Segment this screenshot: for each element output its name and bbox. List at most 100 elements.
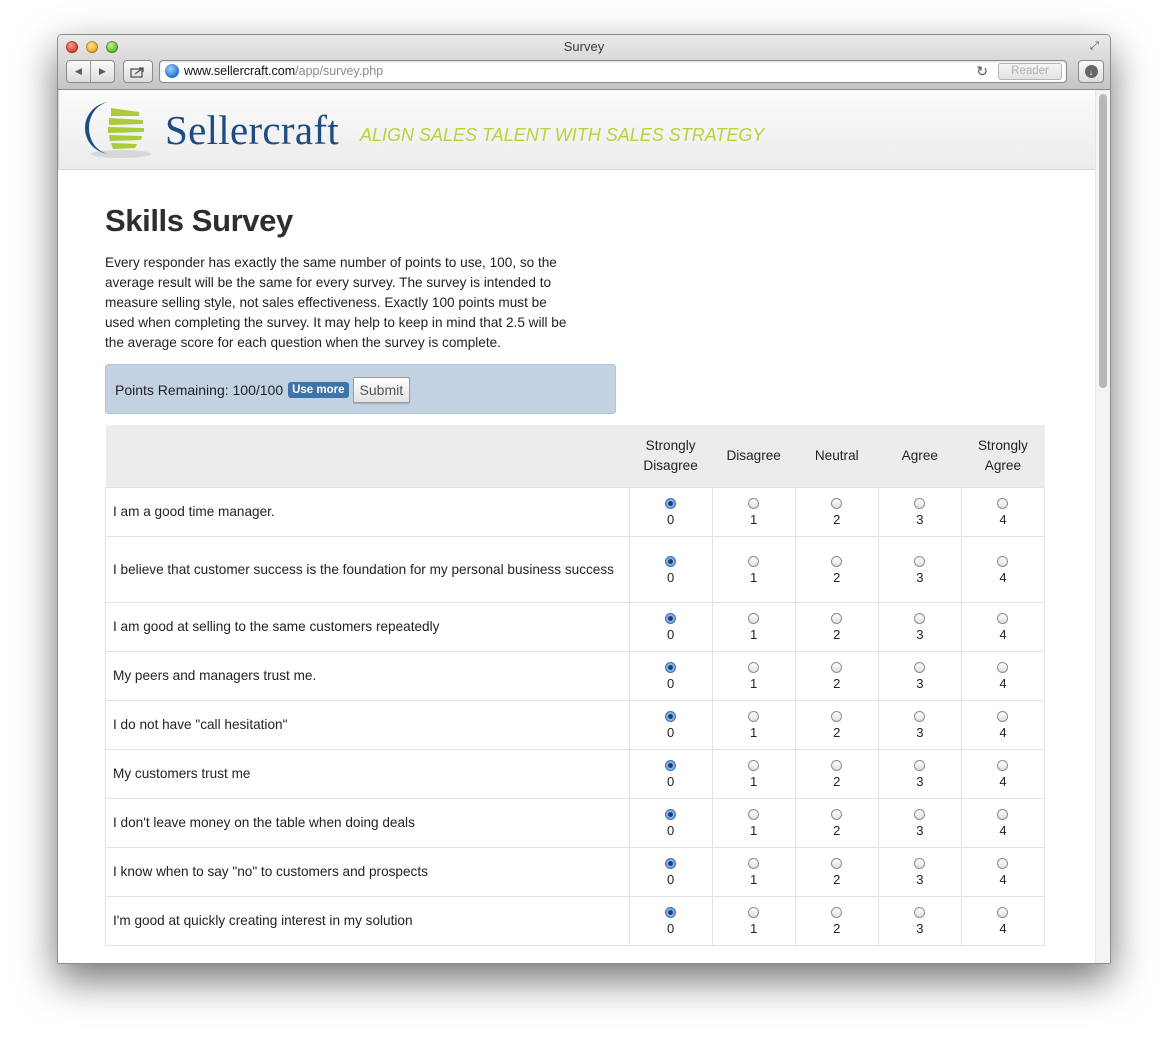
- fullscreen-icon[interactable]: ⤢: [1090, 40, 1102, 52]
- radio-neutral[interactable]: [831, 809, 843, 820]
- radio-strongly-disagree[interactable]: [665, 907, 677, 918]
- scroll-thumb[interactable]: [1099, 94, 1107, 388]
- radio-strongly-disagree[interactable]: [665, 555, 677, 567]
- option-value: 0: [666, 725, 675, 740]
- column-header-agree: Agree: [878, 425, 962, 488]
- option-value: 1: [750, 676, 758, 691]
- address-bar[interactable]: www.sellercraft.com/app/survey.php ↻ Rea…: [159, 60, 1067, 83]
- option-cell-strongly-disagree: 0: [628, 749, 713, 799]
- option-cell-strongly-disagree: 0: [628, 536, 713, 603]
- radio-strongly-disagree[interactable]: [665, 711, 677, 722]
- globe-icon: [165, 64, 179, 78]
- radio-strongly-agree[interactable]: [997, 858, 1009, 869]
- url-text[interactable]: www.sellercraft.com/app/survey.php: [184, 64, 383, 78]
- radio-strongly-disagree[interactable]: [665, 809, 677, 820]
- downloads-button[interactable]: ↓: [1078, 60, 1104, 83]
- option-value: 2: [833, 627, 841, 642]
- question-text: I believe that customer success is the f…: [105, 536, 630, 603]
- option-value: 3: [916, 676, 924, 691]
- option-cell-neutral: 2: [794, 847, 879, 897]
- table-row: My customers trust me 0 1 2 3 4: [105, 749, 1046, 799]
- option-cell-strongly-disagree: 0: [628, 700, 713, 750]
- forward-icon[interactable]: ▶: [90, 61, 114, 82]
- radio-neutral[interactable]: [831, 907, 843, 918]
- option-value: 3: [916, 569, 924, 585]
- vertical-scrollbar[interactable]: [1095, 90, 1110, 963]
- question-text: I'm good at quickly creating interest in…: [105, 896, 630, 946]
- option-cell-neutral: 2: [794, 749, 879, 799]
- radio-neutral[interactable]: [831, 613, 843, 624]
- option-value: 2: [833, 823, 841, 838]
- radio-disagree[interactable]: [748, 555, 760, 567]
- option-value: 1: [750, 512, 758, 527]
- option-value: 1: [750, 774, 758, 789]
- option-cell-neutral: 2: [794, 602, 879, 652]
- radio-agree[interactable]: [914, 760, 926, 771]
- reader-button[interactable]: Reader: [998, 63, 1062, 80]
- radio-neutral[interactable]: [831, 711, 843, 722]
- option-cell-strongly-disagree: 0: [628, 896, 713, 946]
- submit-button[interactable]: Submit: [352, 377, 411, 403]
- brand-name[interactable]: Sellercraft: [165, 106, 339, 154]
- option-value: 3: [916, 774, 924, 789]
- option-value: 4: [999, 627, 1007, 642]
- reload-icon[interactable]: ↻: [976, 63, 988, 80]
- option-cell-disagree: 1: [711, 651, 796, 701]
- option-cell-strongly-disagree: 0: [628, 602, 713, 652]
- radio-agree[interactable]: [914, 555, 926, 567]
- option-cell-disagree: 1: [711, 536, 796, 603]
- radio-strongly-agree[interactable]: [997, 809, 1009, 820]
- radio-disagree[interactable]: [748, 498, 760, 509]
- radio-strongly-agree[interactable]: [997, 662, 1009, 673]
- radio-strongly-agree[interactable]: [997, 907, 1009, 918]
- back-icon[interactable]: ◀: [67, 61, 90, 82]
- option-cell-agree: 3: [877, 749, 962, 799]
- radio-agree[interactable]: [914, 711, 926, 722]
- radio-neutral[interactable]: [831, 760, 843, 771]
- radio-agree[interactable]: [914, 907, 926, 918]
- radio-strongly-agree[interactable]: [997, 613, 1009, 624]
- radio-strongly-disagree[interactable]: [665, 613, 677, 624]
- radio-agree[interactable]: [914, 613, 926, 624]
- radio-strongly-agree[interactable]: [997, 498, 1009, 509]
- radio-strongly-agree[interactable]: [997, 760, 1009, 771]
- question-text: I don't leave money on the table when do…: [105, 798, 630, 848]
- option-value: 1: [750, 627, 758, 642]
- download-icon: ↓: [1084, 65, 1098, 78]
- radio-disagree[interactable]: [748, 809, 760, 820]
- radio-strongly-disagree[interactable]: [665, 662, 677, 673]
- radio-strongly-agree[interactable]: [997, 711, 1009, 722]
- radio-agree[interactable]: [914, 858, 926, 869]
- radio-strongly-disagree[interactable]: [665, 498, 677, 509]
- share-button[interactable]: [123, 60, 153, 83]
- sellercraft-logo-icon[interactable]: [77, 98, 153, 160]
- option-value: 1: [750, 823, 758, 838]
- question-text: My customers trust me: [105, 749, 630, 799]
- option-value: 4: [999, 512, 1007, 527]
- radio-neutral[interactable]: [831, 858, 843, 869]
- tagline: ALIGN SALES TALENT WITH SALES STRATEGY: [360, 125, 765, 145]
- radio-agree[interactable]: [914, 662, 926, 673]
- radio-agree[interactable]: [914, 809, 926, 820]
- radio-strongly-disagree[interactable]: [665, 858, 677, 869]
- nav-buttons: ◀ ▶: [66, 60, 115, 83]
- radio-agree[interactable]: [914, 498, 926, 509]
- radio-disagree[interactable]: [748, 858, 760, 869]
- radio-neutral[interactable]: [831, 662, 843, 673]
- radio-strongly-disagree[interactable]: [665, 760, 677, 771]
- option-cell-strongly-disagree: 0: [628, 487, 713, 537]
- radio-disagree[interactable]: [748, 760, 760, 771]
- radio-disagree[interactable]: [748, 711, 760, 722]
- option-value: 0: [666, 921, 675, 936]
- radio-disagree[interactable]: [748, 662, 760, 673]
- column-header-strongly-disagree: Strongly Disagree: [629, 425, 713, 488]
- option-cell-disagree: 1: [711, 749, 796, 799]
- column-header-disagree: Disagree: [712, 425, 796, 488]
- radio-disagree[interactable]: [748, 613, 760, 624]
- radio-disagree[interactable]: [748, 907, 760, 918]
- radio-neutral[interactable]: [831, 498, 843, 509]
- radio-neutral[interactable]: [831, 555, 843, 567]
- option-cell-strongly-agree: 4: [960, 536, 1046, 603]
- page-title: Skills Survey: [105, 203, 293, 238]
- radio-strongly-agree[interactable]: [997, 555, 1009, 567]
